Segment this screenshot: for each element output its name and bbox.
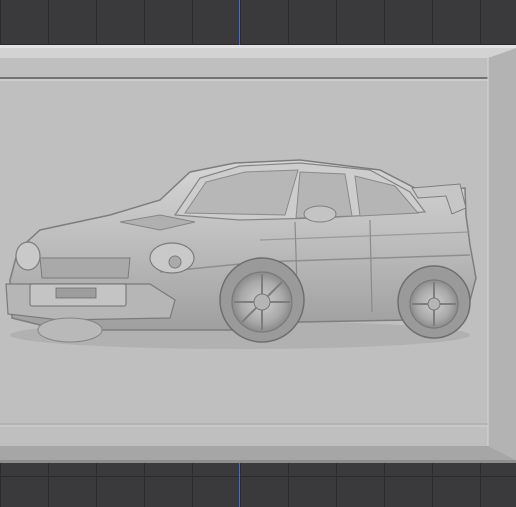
3d-viewport[interactable] [0,0,516,507]
relief-panel[interactable] [0,0,516,507]
